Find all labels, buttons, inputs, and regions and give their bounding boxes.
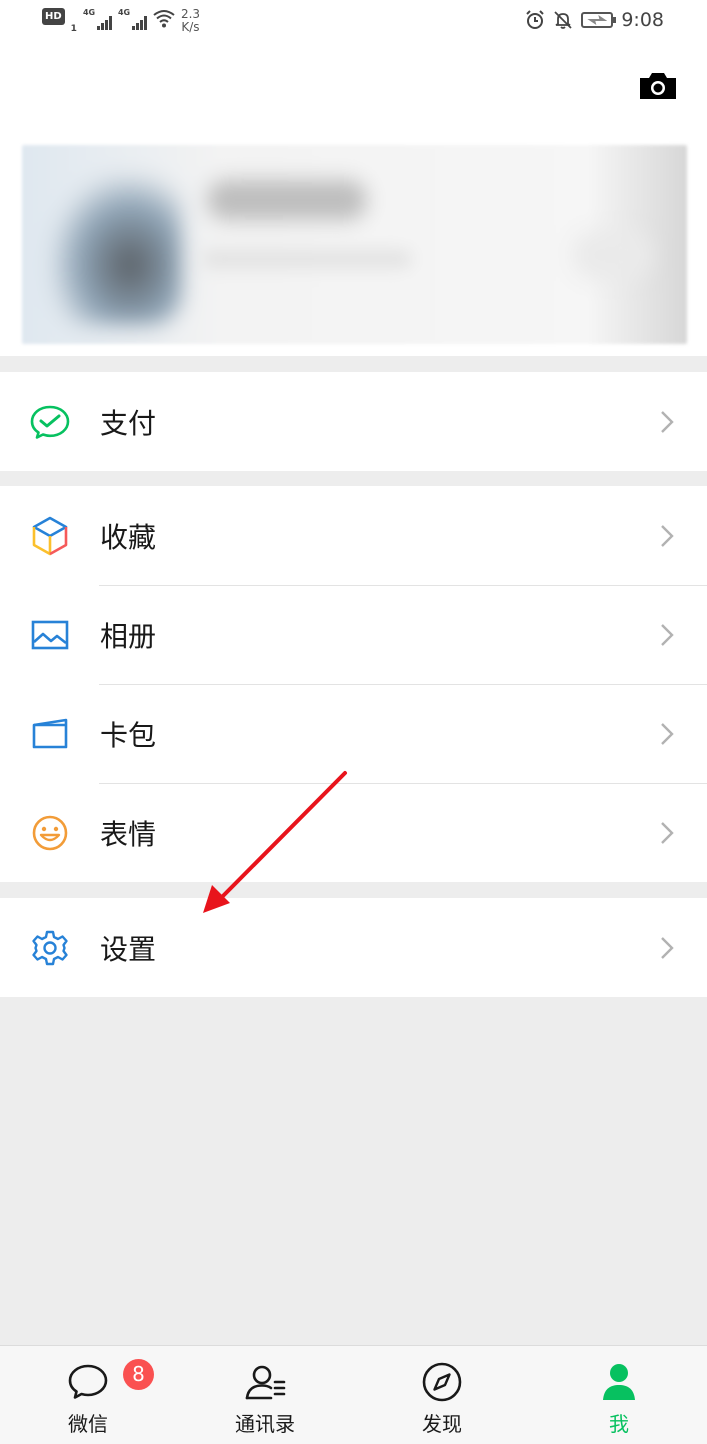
network-type-label-2: 4G [117, 8, 131, 17]
camera-icon[interactable] [638, 70, 678, 102]
signal-icon-2: 4G [118, 8, 147, 30]
favorites-cube-icon [29, 515, 71, 557]
chevron-right-icon [661, 722, 674, 745]
chevron-right-icon [661, 410, 674, 433]
menu-label-stickers: 表情 [100, 817, 157, 851]
network-speed: 2.3 K/s [181, 8, 200, 34]
wechat-id-blurred [202, 250, 412, 268]
menu-group-pay: 支付 [0, 372, 707, 471]
menu-item-album[interactable]: 相册 [0, 585, 707, 684]
hd-sim-number: 1 [70, 24, 77, 34]
contacts-icon [245, 1365, 286, 1400]
menu-item-settings[interactable]: 设置 [0, 898, 707, 997]
wifi-icon [153, 10, 175, 28]
menu-item-pay[interactable]: 支付 [0, 372, 707, 471]
hd-voice-indicator: HD [42, 8, 65, 25]
menu-item-stickers[interactable]: 表情 [0, 783, 707, 882]
mute-notification-icon [554, 11, 572, 29]
clock: 9:08 [621, 9, 664, 31]
album-icon [29, 614, 71, 656]
unread-badge: 8 [123, 1359, 154, 1390]
tab-label-discover: 发现 [422, 1412, 462, 1436]
tab-chats[interactable]: 8 微信 [23, 1346, 154, 1444]
chevron-right-icon [661, 524, 674, 547]
menu-group-settings: 设置 [0, 898, 707, 997]
tab-label-chats: 微信 [68, 1412, 108, 1436]
tab-discover[interactable]: 发现 [377, 1346, 507, 1444]
chevron-right-icon [661, 821, 674, 844]
alarm-icon [526, 10, 545, 29]
compass-icon [422, 1362, 462, 1402]
menu-group-main: 收藏 相册 卡包 表情 [0, 486, 707, 882]
menu-label-cards: 卡包 [100, 718, 157, 752]
profile-card-blurred[interactable] [22, 145, 687, 344]
status-bar: HD 1 4G 4G 2.3 K/s 9:08 [0, 0, 707, 44]
speed-unit: K/s [181, 20, 200, 34]
card-wallet-icon [29, 713, 71, 755]
tab-label-me: 我 [609, 1412, 629, 1436]
status-right: 9:08 [525, 9, 664, 31]
chevron-right-icon [661, 936, 674, 959]
tab-contacts[interactable]: 通讯录 [200, 1346, 330, 1444]
menu-item-favorites[interactable]: 收藏 [0, 486, 707, 585]
sticker-smile-icon [29, 812, 71, 854]
avatar [52, 175, 182, 325]
signal-icon: 4G [83, 8, 112, 30]
chat-bubble-icon [68, 1364, 108, 1399]
bottom-tab-bar: 8 微信 通讯录 发现 我 [0, 1345, 707, 1444]
profile-header [0, 44, 707, 356]
nickname-blurred [207, 180, 367, 220]
chevron-right-icon [661, 623, 674, 646]
tab-me[interactable]: 我 [554, 1346, 684, 1444]
status-left: HD 1 4G 4G 2.3 K/s [42, 8, 200, 34]
menu-label-album: 相册 [100, 619, 157, 653]
menu-label-favorites: 收藏 [100, 520, 157, 554]
tab-label-contacts: 通讯录 [235, 1412, 295, 1436]
menu-item-cards[interactable]: 卡包 [0, 684, 707, 783]
qr-code-blurred [572, 230, 652, 280]
network-type-label: 4G [82, 8, 96, 17]
wechat-pay-icon [29, 401, 71, 443]
me-person-icon [603, 1364, 635, 1400]
battery-charging-icon [581, 12, 617, 28]
menu-label-settings: 设置 [100, 932, 157, 966]
menu-label-pay: 支付 [100, 406, 157, 440]
settings-gear-icon [29, 927, 71, 969]
